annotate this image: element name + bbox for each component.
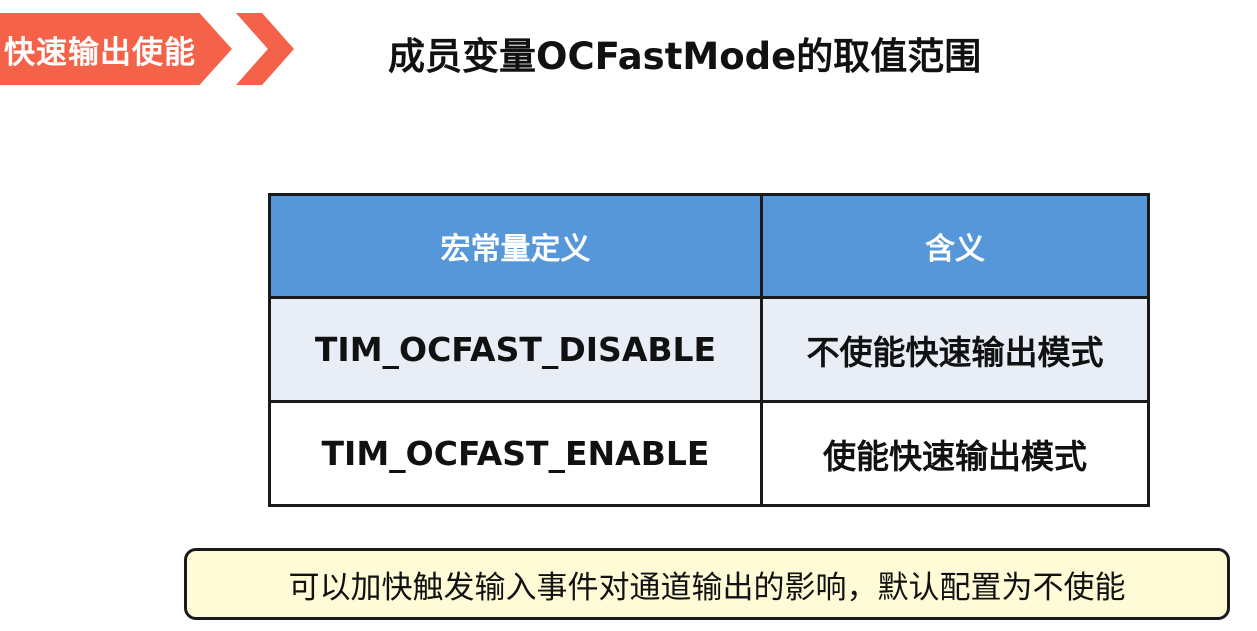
- chevron-right-icon: [236, 13, 294, 85]
- table-cell-macro: TIM_OCFAST_DISABLE: [268, 296, 763, 403]
- value-table: 宏常量定义 含义 TIM_OCFAST_DISABLE 不使能快速输出模式 TI…: [268, 193, 1150, 507]
- section-tag-label: 快速输出使能: [4, 34, 196, 71]
- page-title: 成员变量OCFastMode的取值范围: [388, 35, 982, 78]
- table-header-row: 宏常量定义 含义: [268, 193, 1150, 299]
- table-row: TIM_OCFAST_ENABLE 使能快速输出模式: [268, 400, 1150, 507]
- column-header-macro: 宏常量定义: [268, 193, 763, 299]
- note-text: 可以加快触发输入事件对通道输出的影响，默认配置为不使能: [288, 569, 1126, 606]
- note-box: 可以加快触发输入事件对通道输出的影响，默认配置为不使能: [184, 548, 1230, 620]
- table-cell-macro: TIM_OCFAST_ENABLE: [268, 400, 763, 507]
- table-row: TIM_OCFAST_DISABLE 不使能快速输出模式: [268, 296, 1150, 403]
- section-tag: 快速输出使能: [0, 13, 232, 85]
- table-cell-meaning: 不使能快速输出模式: [760, 296, 1150, 403]
- column-header-meaning: 含义: [760, 193, 1150, 299]
- table-cell-meaning: 使能快速输出模式: [760, 400, 1150, 507]
